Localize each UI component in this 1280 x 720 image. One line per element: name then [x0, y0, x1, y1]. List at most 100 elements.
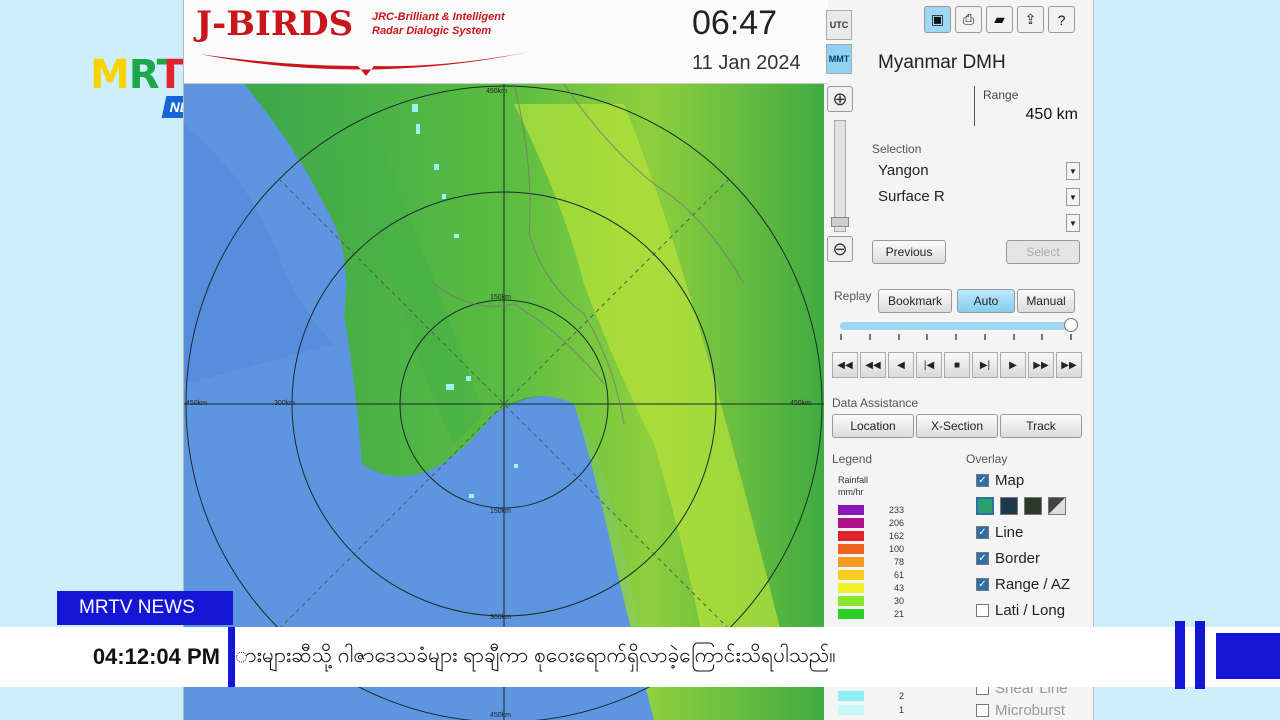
overlay-line-toggle[interactable]: ✓ Line: [976, 522, 1023, 542]
replay-slider-knob[interactable]: [1064, 318, 1078, 332]
chevron-down-icon[interactable]: ▼: [1066, 214, 1080, 232]
x-section-button[interactable]: X-Section: [916, 414, 998, 438]
chevron-down-icon[interactable]: ▼: [1066, 188, 1080, 206]
save-icon[interactable]: ▣: [924, 6, 951, 33]
checkbox-checked-icon[interactable]: ✓: [976, 525, 989, 539]
checkbox-checked-icon[interactable]: ✓: [976, 473, 989, 487]
map-style-options: [976, 496, 1066, 516]
legend-swatch: [838, 608, 864, 619]
legend-row: 30: [838, 595, 904, 606]
chevron-down-icon[interactable]: ▼: [1066, 162, 1080, 180]
brand-subtitle: JRC-Brilliant & Intelligent Radar Dialog…: [372, 10, 505, 38]
ticker-text: ားများဆီသို့ ဂါဇာဒေသခံများ ရာချီကာ စုဝေး…: [235, 643, 836, 667]
radar-clock: 06:47: [692, 4, 778, 42]
station-name: Myanmar DMH: [878, 52, 1006, 73]
step-back-icon[interactable]: |◀: [916, 352, 942, 378]
overlay-map-toggle[interactable]: ✓ Map: [976, 470, 1024, 490]
range-label-300-bottom: 300km: [490, 614, 512, 621]
overlay-border-toggle[interactable]: ✓ Border: [976, 548, 1040, 568]
overlay-label: Overlay: [966, 452, 1008, 466]
legend-value: 21: [893, 608, 904, 619]
track-button[interactable]: Track: [1000, 414, 1082, 438]
legend-swatch: [838, 504, 864, 515]
legend-swatch: [838, 595, 864, 606]
first-frame-icon[interactable]: ◀◀: [832, 352, 858, 378]
fast-forward-icon[interactable]: ▶▶: [1028, 352, 1054, 378]
data-assistance-label: Data Assistance: [832, 396, 919, 410]
select-button[interactable]: Select: [1006, 240, 1080, 264]
legend-swatch: [838, 690, 864, 701]
legend-row: 100: [838, 543, 904, 554]
manual-button[interactable]: Manual: [1017, 289, 1075, 313]
legend-swatch: [838, 517, 864, 528]
print-icon[interactable]: ⎙: [955, 6, 982, 33]
product-select-value: Surface R: [878, 188, 945, 205]
site-select[interactable]: Yangon ▼: [872, 160, 1080, 182]
extra-select[interactable]: ▼: [872, 212, 1080, 234]
location-button[interactable]: Location: [832, 414, 914, 438]
rewind-icon[interactable]: ◀◀: [860, 352, 886, 378]
legend-row: 43: [838, 582, 904, 593]
legend-units: Rainfall mm/hr: [838, 474, 868, 498]
folder-icon[interactable]: ▰: [986, 6, 1013, 33]
play-icon[interactable]: ▶: [1000, 352, 1026, 378]
replay-ticks: [840, 334, 1072, 344]
overlay-latlong-toggle[interactable]: Lati / Long: [976, 600, 1065, 620]
stop-icon[interactable]: ■: [944, 352, 970, 378]
legend-value: 2: [898, 690, 904, 701]
range-label-150-top: 150km: [490, 294, 512, 301]
checkbox-unchecked-icon[interactable]: [976, 703, 989, 717]
legend-swatch: [838, 556, 864, 567]
overlay-line-label: Line: [995, 523, 1024, 541]
overlay-microburst-toggle[interactable]: Microburst: [976, 700, 1065, 720]
overlay-microburst-label: Microburst: [995, 701, 1066, 719]
previous-button[interactable]: Previous: [872, 240, 946, 264]
map-style-4[interactable]: [1048, 497, 1066, 515]
range-value: 450 km: [1025, 106, 1078, 123]
bookmark-button[interactable]: Bookmark: [878, 289, 952, 313]
app-header: J-BIRDS JRC-Brilliant & Intelligent Rada…: [184, 0, 828, 84]
radar-map[interactable]: 150km 450km 450km 300km 150km 300km 450k…: [184, 84, 824, 720]
legend-units-2: mm/hr: [838, 487, 864, 497]
legend-row: 162: [838, 530, 904, 541]
step-forward-icon[interactable]: ▶|: [972, 352, 998, 378]
brand-subtitle-line-2: Radar Dialogic System: [372, 25, 492, 37]
range-label-450-left: 450km: [186, 400, 208, 407]
legend-row: 78: [838, 556, 904, 567]
legend-value: 30: [893, 595, 904, 606]
auto-button[interactable]: Auto: [957, 289, 1015, 313]
ticker-block: [1216, 633, 1280, 679]
legend-row: 2: [838, 690, 904, 701]
playback-controls: ◀◀ ◀◀ ◀ |◀ ■ ▶| ▶ ▶▶ ▶▶: [832, 352, 1082, 378]
legend-value: 1: [898, 704, 904, 715]
ticker-separator: [228, 627, 235, 687]
overlay-range-label: Range / AZ: [995, 575, 1071, 593]
legend-value: 100: [888, 543, 904, 554]
control-panel: ▣ ⎙ ▰ ⇪ ? Myanmar DMH Range 450 km Selec…: [828, 0, 1095, 720]
map-style-3[interactable]: [1024, 497, 1042, 515]
overlay-range-toggle[interactable]: ✓ Range / AZ: [976, 574, 1070, 594]
checkbox-checked-icon[interactable]: ✓: [976, 551, 989, 565]
legend-label: Legend: [832, 452, 873, 466]
news-ticker: 04:12:04 PM ားများဆီသို့ ဂါဇာဒေသခံများ ရ…: [0, 621, 1280, 689]
legend-row: 233: [838, 504, 904, 515]
play-reverse-icon[interactable]: ◀: [888, 352, 914, 378]
help-icon[interactable]: ?: [1048, 6, 1075, 33]
replay-slider[interactable]: [840, 322, 1070, 330]
map-style-2[interactable]: [1000, 497, 1018, 515]
export-icon[interactable]: ⇪: [1017, 6, 1044, 33]
last-frame-icon[interactable]: ▶▶: [1056, 352, 1082, 378]
range-label-450-top: 450km: [486, 88, 508, 95]
legend-value: 206: [888, 517, 904, 528]
legend-units-1: Rainfall: [838, 475, 869, 485]
ticker-time: 04:12:04 PM: [92, 644, 220, 669]
checkbox-checked-icon[interactable]: ✓: [976, 577, 989, 591]
range-label-450-right: 450km: [790, 400, 812, 407]
legend-row: 61: [838, 569, 904, 580]
product-select[interactable]: Surface R ▼: [872, 186, 1080, 208]
range-display: Range 450 km: [974, 86, 1082, 126]
site-select-value: Yangon: [878, 162, 929, 179]
radar-date: 11 Jan 2024: [692, 52, 801, 74]
map-style-1[interactable]: [976, 497, 994, 515]
checkbox-unchecked-icon[interactable]: [976, 603, 989, 617]
